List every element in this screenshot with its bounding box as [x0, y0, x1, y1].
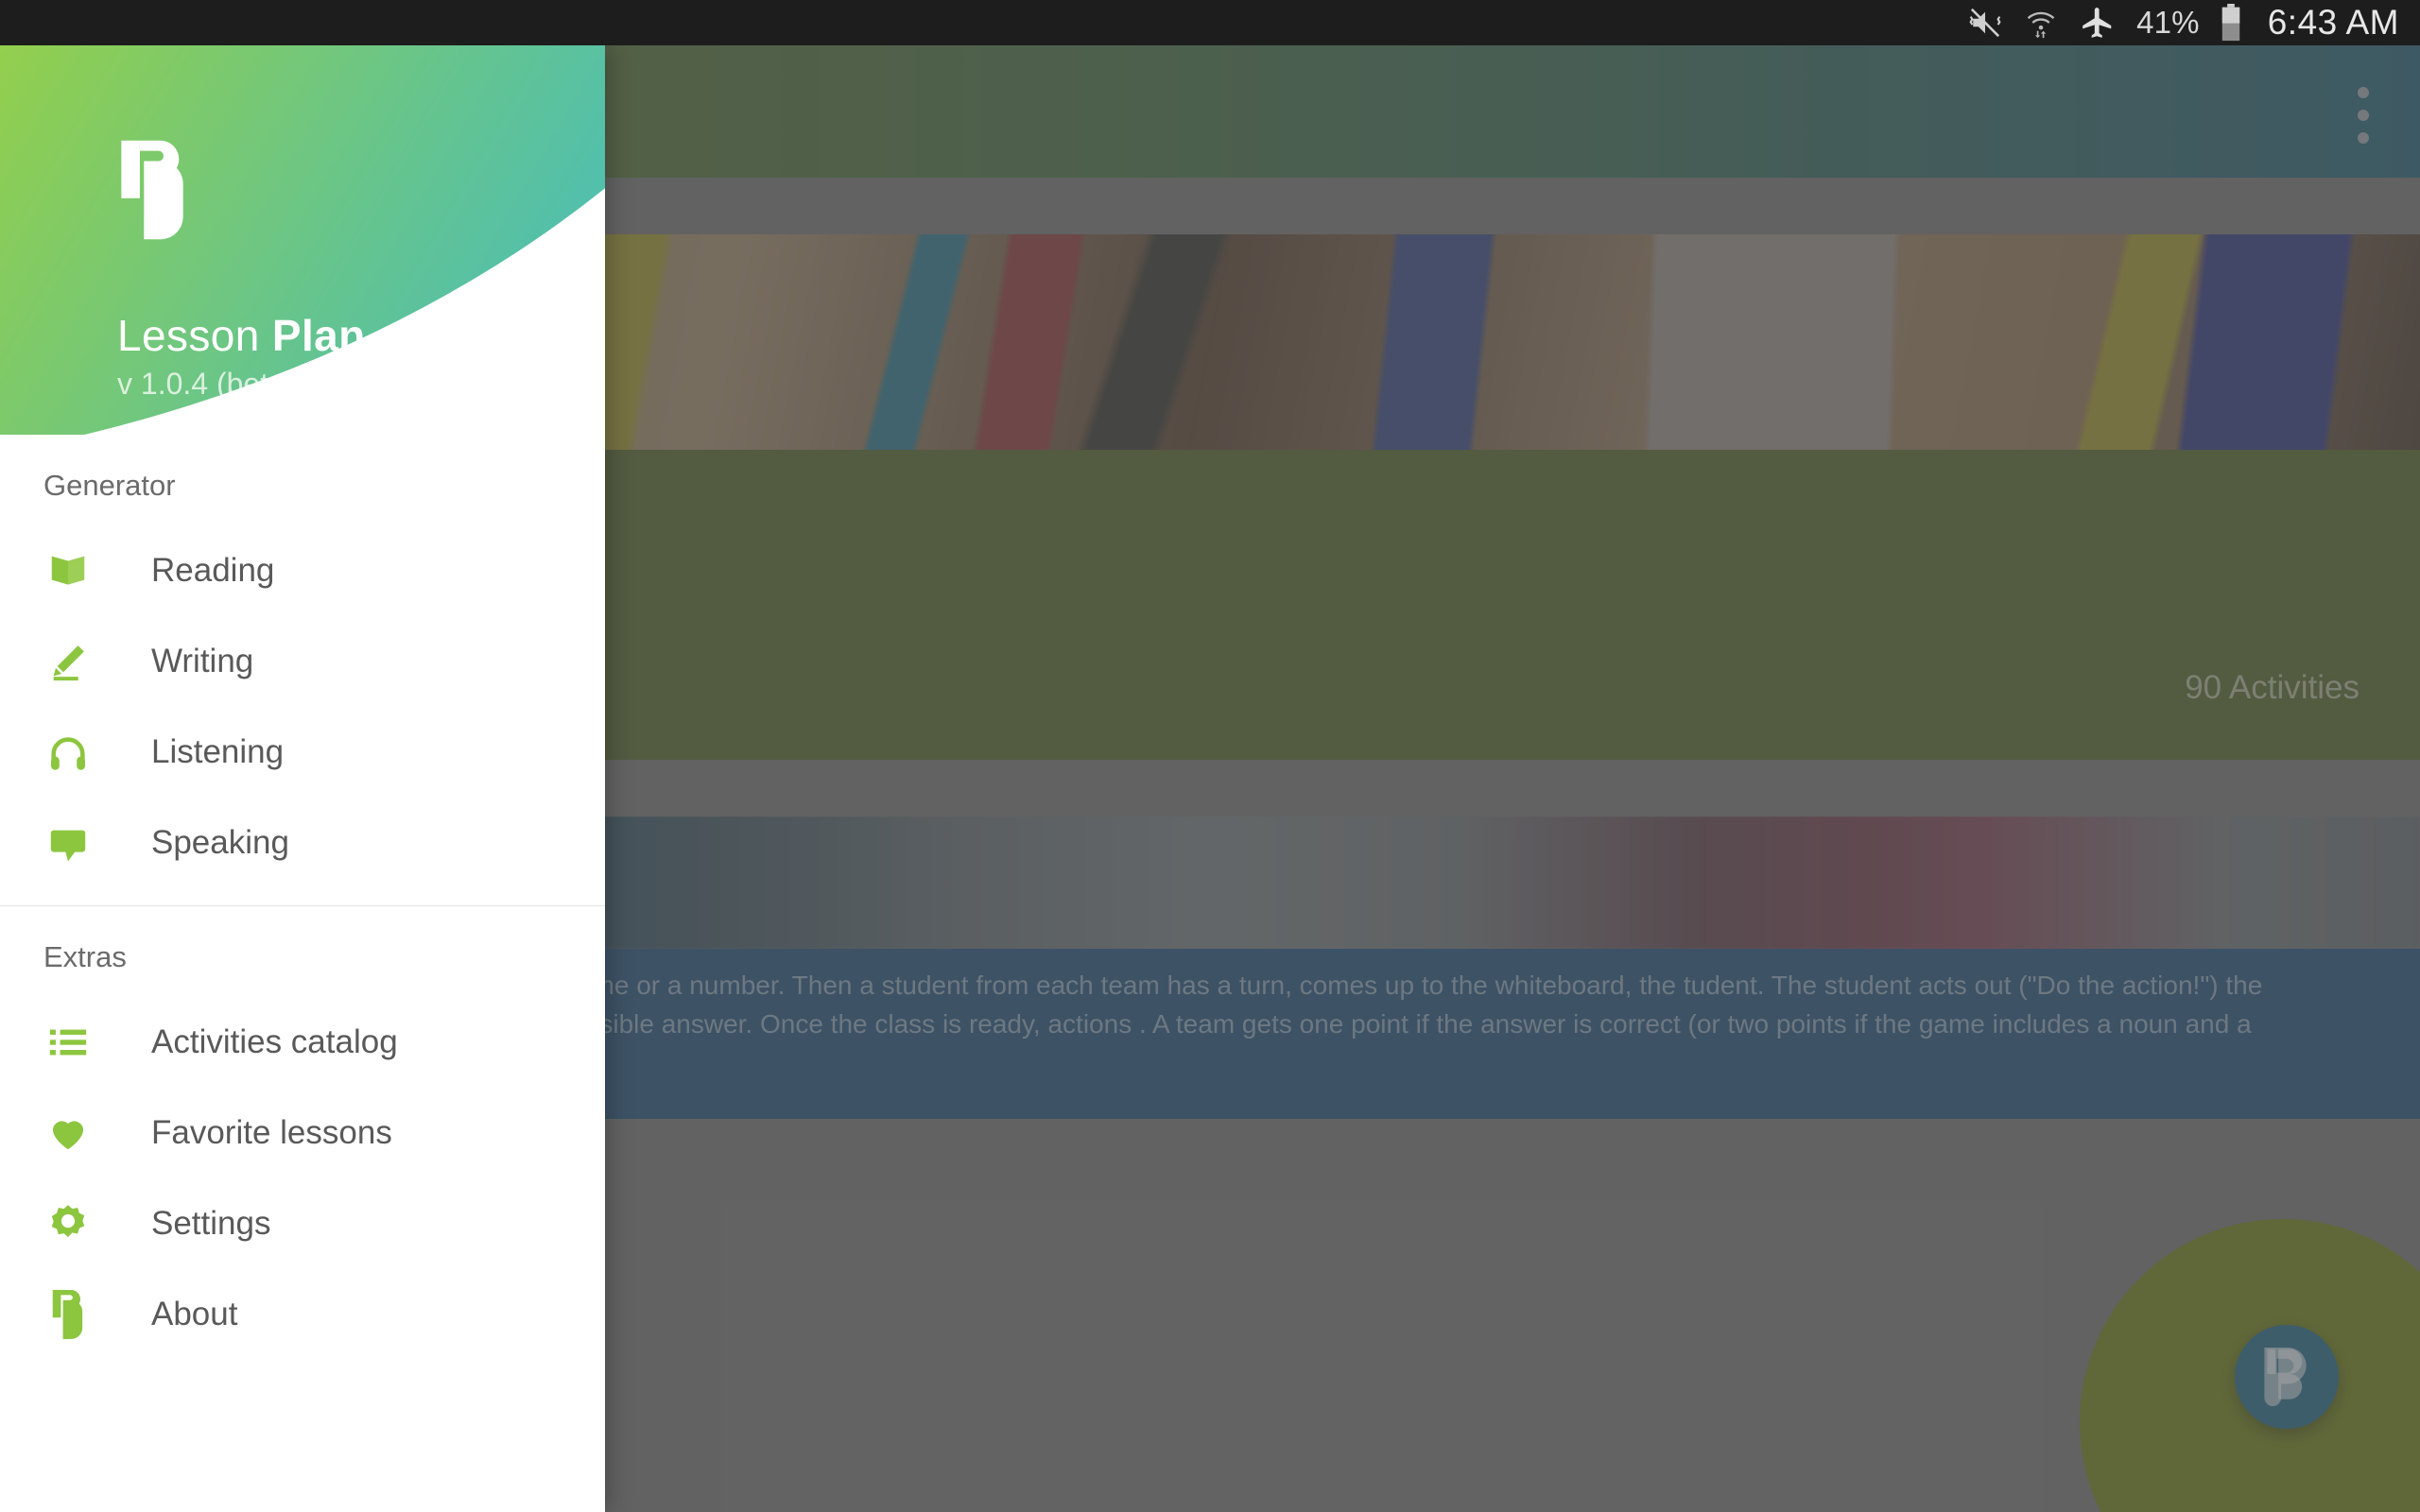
section-label-generator: Generator: [43, 469, 176, 502]
book-icon: [43, 546, 93, 595]
sidebar-item-writing[interactable]: Writing: [0, 616, 605, 707]
sidebar-item-label: Speaking: [151, 824, 289, 861]
sidebar-item-activities-catalog[interactable]: Activities catalog: [0, 997, 605, 1088]
drawer-title-bold: Plan: [271, 311, 366, 360]
sidebar-item-reading[interactable]: Reading: [0, 525, 605, 616]
nav-list-generator: Reading Writing Listening Speaking: [0, 525, 605, 888]
sidebar-item-label: Reading: [151, 552, 275, 589]
battery-percent-label: 41%: [2136, 5, 2200, 40]
sidebar-item-label: Favorite lessons: [151, 1114, 392, 1151]
clock-label: 6:43 AM: [2267, 3, 2399, 42]
sidebar-item-label: Activities catalog: [151, 1023, 398, 1060]
sidebar-item-label: Listening: [151, 733, 285, 770]
sidebar-item-label: About: [151, 1296, 238, 1332]
sidebar-item-speaking[interactable]: Speaking: [0, 798, 605, 888]
headphones-icon: [43, 728, 93, 777]
drawer-title-light: Lesson: [117, 311, 272, 360]
speech-bubble-icon: [43, 818, 93, 868]
nav-list-extras: Activities catalog Favorite lessons Sett…: [0, 997, 605, 1360]
heart-icon: [43, 1108, 93, 1158]
pencil-icon: [43, 637, 93, 686]
drawer-version-label: v 1.0.4 (beta version): [117, 367, 402, 401]
wifi-data-icon: [2023, 7, 2059, 39]
sidebar-item-label: Writing: [151, 643, 254, 679]
sidebar-item-settings[interactable]: Settings: [0, 1178, 605, 1269]
screen-root: 41% 6:43 AM 90 Activities: [0, 0, 2420, 1512]
drawer-header: Lesson Plan v 1.0.4 (beta version): [0, 45, 605, 435]
navigation-drawer: Lesson Plan v 1.0.4 (beta version) Gener…: [0, 45, 605, 1512]
gear-icon: [43, 1199, 93, 1248]
mute-vibrate-icon: [1966, 7, 2004, 39]
sidebar-item-favorite-lessons[interactable]: Favorite lessons: [0, 1088, 605, 1178]
airplane-mode-icon: [2078, 5, 2118, 41]
sidebar-item-about[interactable]: About: [0, 1269, 605, 1360]
lesson-plan-logo: [117, 140, 187, 245]
section-label-extras: Extras: [43, 940, 127, 973]
list-icon: [43, 1018, 93, 1067]
battery-icon: [2219, 4, 2243, 42]
status-bar: 41% 6:43 AM: [0, 0, 2420, 45]
lesson-plan-logo-icon: [43, 1290, 93, 1339]
sidebar-item-label: Settings: [151, 1205, 271, 1242]
sidebar-item-listening[interactable]: Listening: [0, 707, 605, 798]
drawer-title: Lesson Plan: [117, 310, 366, 361]
